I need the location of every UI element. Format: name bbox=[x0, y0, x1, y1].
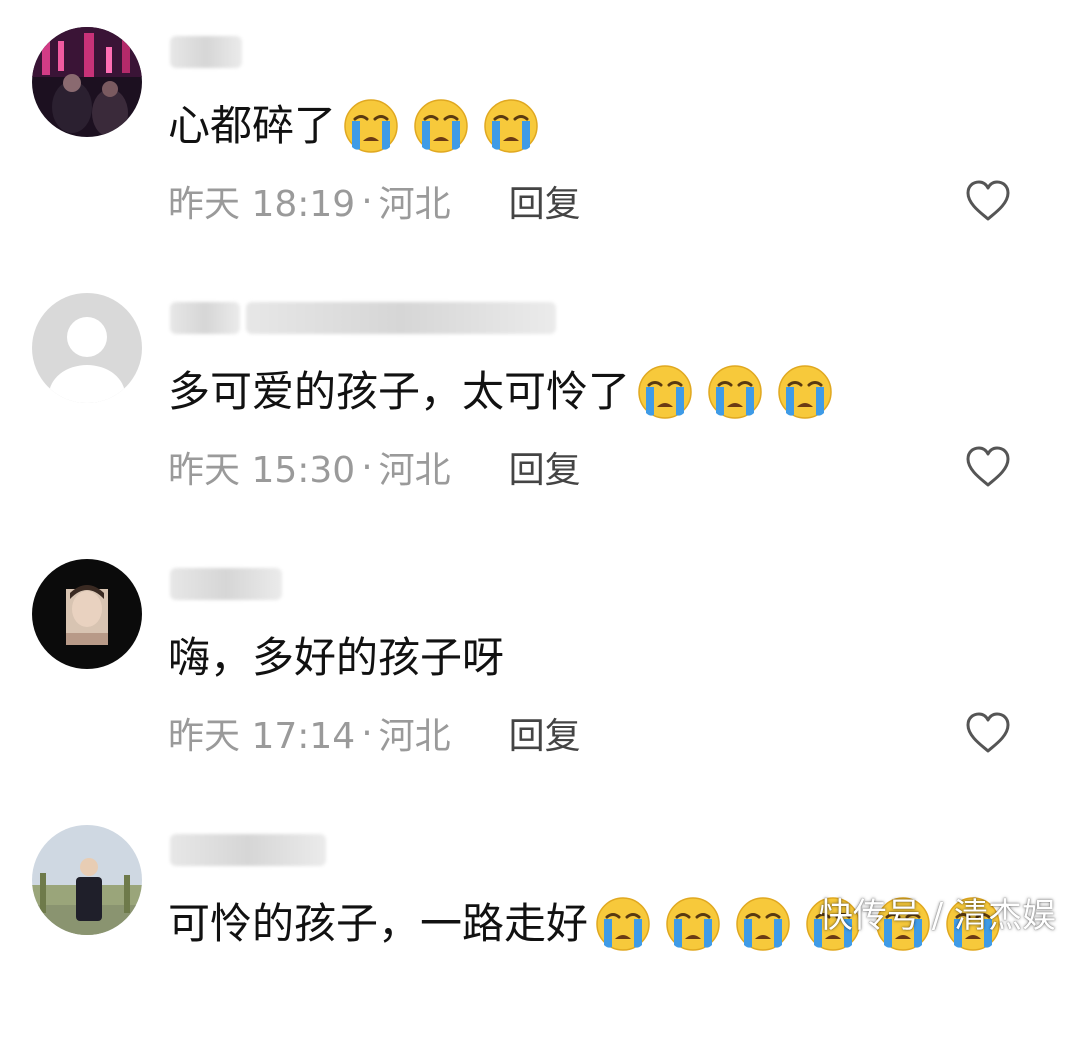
comment-location: 河北 bbox=[378, 184, 451, 225]
comment-location: 河北 bbox=[378, 450, 451, 491]
loudly-crying-face-icon bbox=[706, 363, 764, 421]
comment-item: 多可爱的孩子，太可怜了 昨天 15:30 · 河北 回复 bbox=[0, 266, 1080, 531]
comment-date: 昨天 18:19 bbox=[168, 184, 356, 225]
meta-separator: · bbox=[361, 180, 373, 222]
comment-text: 可怜的孩子，一路走好 bbox=[168, 899, 589, 948]
heart-outline-icon[interactable] bbox=[962, 175, 1014, 227]
reply-button[interactable]: 回复 bbox=[509, 175, 581, 227]
heart-outline-icon[interactable] bbox=[962, 441, 1014, 493]
username-blurred[interactable] bbox=[170, 32, 242, 72]
comment-date: 昨天 15:30 bbox=[168, 450, 356, 491]
meta-separator: · bbox=[361, 712, 373, 754]
comment-text-row: 多可爱的孩子，太可怜了 bbox=[168, 358, 834, 426]
username-blurred[interactable] bbox=[170, 564, 282, 604]
comment-text: 心都碎了 bbox=[168, 101, 337, 150]
comment-text-row: 心都碎了 bbox=[168, 92, 540, 160]
loudly-crying-face-icon bbox=[734, 895, 792, 953]
loudly-crying-face-icon bbox=[482, 97, 540, 155]
username-blurred[interactable] bbox=[170, 830, 326, 870]
emoji-group bbox=[342, 97, 540, 155]
loudly-crying-face-icon bbox=[636, 363, 694, 421]
comment-date: 昨天 17:14 bbox=[168, 716, 356, 757]
comment-text: 嗨，多好的孩子呀 bbox=[168, 633, 505, 682]
reply-button[interactable]: 回复 bbox=[509, 707, 581, 759]
reply-button[interactable]: 回复 bbox=[509, 441, 581, 493]
comment-meta: 昨天 17:14 · 河北 回复 bbox=[168, 708, 581, 758]
comment-meta: 昨天 15:30 · 河北 回复 bbox=[168, 442, 581, 492]
comment-item: 心都碎了 昨天 18:19 · 河北 回复 bbox=[0, 0, 1080, 265]
user-avatar[interactable] bbox=[32, 293, 142, 403]
loudly-crying-face-icon bbox=[776, 363, 834, 421]
emoji-group bbox=[636, 363, 834, 421]
watermark: 快传号 / 清杰娱 bbox=[818, 896, 1056, 936]
loudly-crying-face-icon bbox=[412, 97, 470, 155]
comment-text-row: 嗨，多好的孩子呀 bbox=[168, 624, 504, 692]
user-avatar[interactable] bbox=[32, 27, 142, 137]
username-blurred[interactable] bbox=[170, 298, 556, 338]
loudly-crying-face-icon bbox=[664, 895, 722, 953]
comment-text: 多可爱的孩子，太可怜了 bbox=[168, 367, 631, 416]
loudly-crying-face-icon bbox=[594, 895, 652, 953]
user-avatar[interactable] bbox=[32, 825, 142, 935]
meta-separator: · bbox=[361, 446, 373, 488]
heart-outline-icon[interactable] bbox=[962, 707, 1014, 759]
comment-item: 嗨，多好的孩子呀 昨天 17:14 · 河北 回复 bbox=[0, 532, 1080, 797]
user-avatar[interactable] bbox=[32, 559, 142, 669]
comment-location: 河北 bbox=[378, 716, 451, 757]
loudly-crying-face-icon bbox=[342, 97, 400, 155]
comment-meta: 昨天 18:19 · 河北 回复 bbox=[168, 176, 581, 226]
